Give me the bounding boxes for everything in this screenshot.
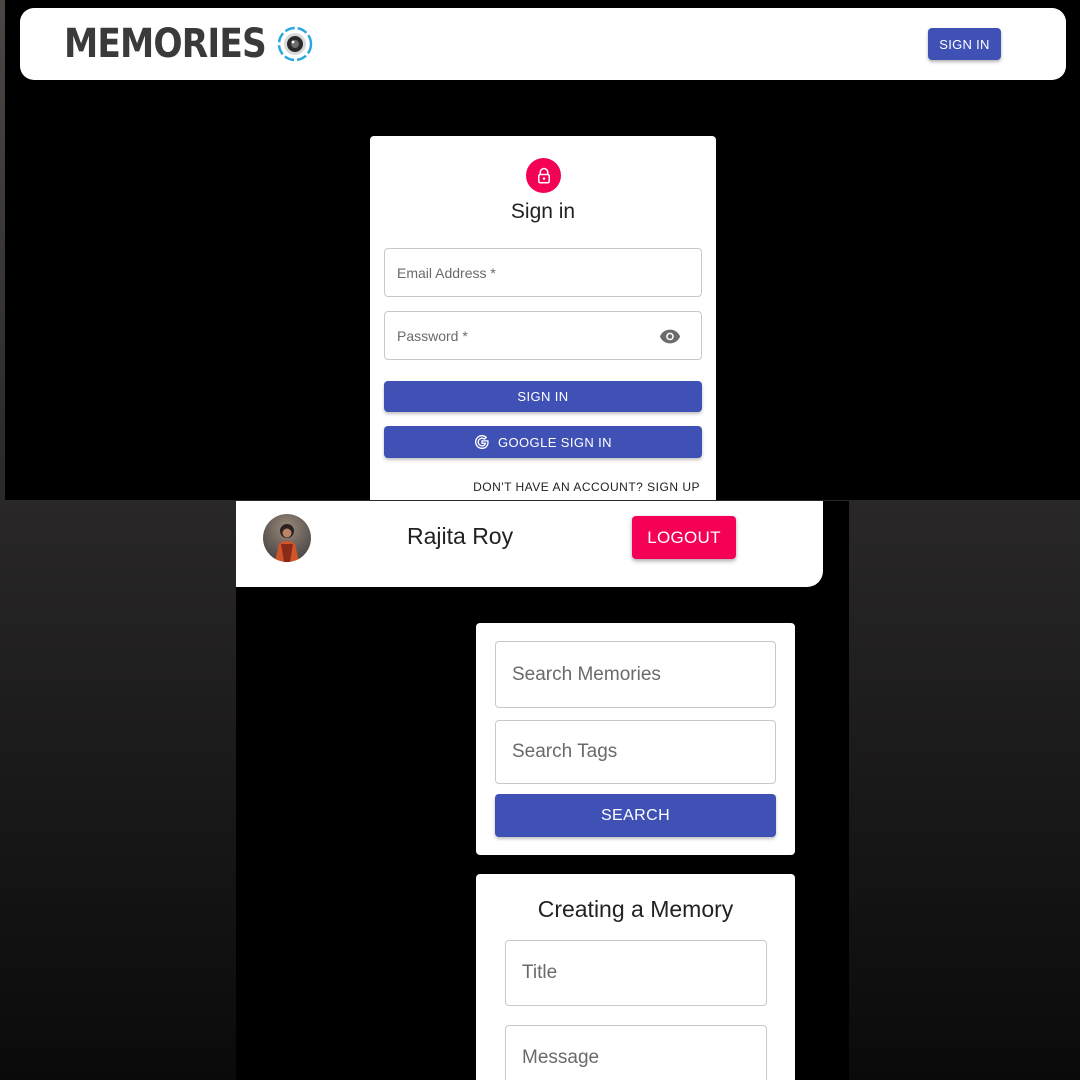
message-placeholder: Message — [522, 1047, 600, 1068]
password-label: Password * — [397, 327, 468, 344]
user-name: Rajita Roy — [407, 523, 514, 549]
brand-title: Memories — [64, 21, 267, 67]
user-app-bar: Rajita Roy LOGOUT — [236, 501, 823, 587]
search-button[interactable]: SEARCH — [495, 794, 776, 837]
search-tags-placeholder: Search Tags — [512, 741, 618, 762]
google-signin-label: GOOGLE SIGN IN — [498, 434, 612, 450]
email-label: Email Address * — [397, 264, 496, 281]
app-bar: Memories SIGN IN — [20, 8, 1066, 80]
create-memory-heading: Creating a Memory — [537, 896, 734, 922]
signin-page-screenshot: Memories SIGN IN Sign in Email Address * — [5, 0, 1080, 500]
lock-avatar — [526, 158, 561, 193]
password-field[interactable]: Password * — [384, 311, 702, 360]
search-memories-placeholder: Search Memories — [512, 663, 661, 685]
logout-button[interactable]: LOGOUT — [632, 516, 736, 559]
home-page-screenshot: Rajita Roy LOGOUT Search Memories Search… — [236, 501, 849, 1080]
eye-icon[interactable] — [659, 325, 681, 347]
avatar-photo — [275, 524, 299, 562]
signin-card: Sign in Email Address * Password * SIGN … — [370, 136, 716, 500]
user-avatar[interactable] — [263, 514, 311, 562]
signin-button[interactable]: SIGN IN — [384, 381, 702, 412]
google-icon — [475, 434, 489, 450]
message-input[interactable]: Message — [505, 1025, 767, 1080]
title-placeholder: Title — [522, 962, 558, 983]
appbar-signin-button[interactable]: SIGN IN — [928, 28, 1001, 60]
title-input[interactable]: Title — [505, 940, 767, 1006]
email-field[interactable]: Email Address * — [384, 248, 702, 297]
search-memories-input[interactable]: Search Memories — [495, 641, 776, 708]
lock-icon — [537, 167, 550, 183]
google-signin-button[interactable]: GOOGLE SIGN IN — [384, 426, 702, 458]
signup-link[interactable]: DON'T HAVE AN ACCOUNT? SIGN UP — [370, 480, 700, 494]
camera-lens-icon — [277, 26, 313, 62]
search-tags-input[interactable]: Search Tags — [495, 720, 776, 784]
signin-title: Sign in — [510, 200, 576, 223]
brand[interactable]: Memories — [64, 21, 313, 67]
search-card: Search Memories Search Tags SEARCH — [476, 623, 795, 855]
create-memory-card: Creating a Memory Title Message — [476, 874, 795, 1080]
